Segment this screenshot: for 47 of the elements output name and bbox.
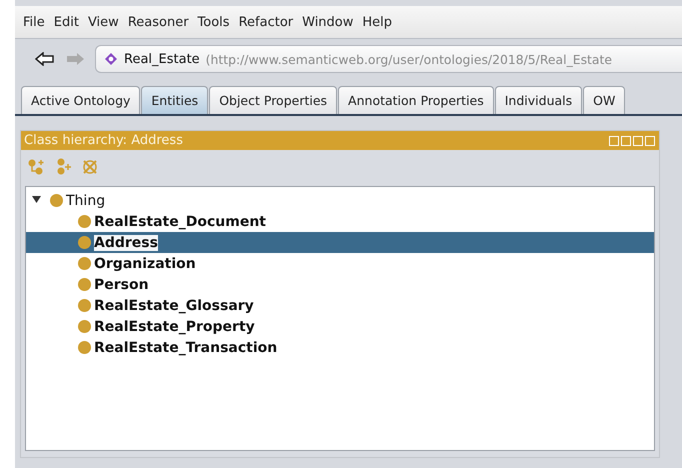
expand-icon[interactable] [32,194,41,204]
class-label: Thing [66,192,106,208]
ontology-address-field[interactable]: Real_Estate (http://www.semanticweb.org/user/ontologies/2018/5/Real_Estate [95,45,682,73]
class-label: RealEstate_Transaction [94,340,278,356]
class-icon [78,299,91,312]
menu-item[interactable]: Edit [54,14,79,30]
forward-arrow-icon[interactable] [65,52,85,66]
class-icon [78,215,91,228]
tab[interactable]: Annotation Properties [338,86,494,114]
delete-class-icon[interactable] [81,158,99,176]
tree-row[interactable]: Address [26,232,654,253]
class-icon [78,257,91,270]
class-label: RealEstate_Glossary [94,298,254,314]
ontology-icon [104,52,118,66]
class-label: Person [94,276,149,292]
menu-item[interactable]: Reasoner [128,14,189,30]
menu-item[interactable]: View [88,14,119,30]
panel-title: Class hierarchy: Address [24,133,183,148]
class-label: RealEstate_Property [94,318,255,334]
class-icon [50,194,63,207]
menu-item[interactable]: Window [302,14,354,30]
class-icon [78,341,91,354]
tree-row[interactable]: RealEstate_Document [26,211,654,232]
menu-item[interactable]: Help [362,14,392,30]
tree-row[interactable]: Organization [26,253,654,274]
tree-row[interactable]: Thing [26,190,654,211]
class-icon [78,320,91,333]
tab[interactable]: Entities [141,86,208,114]
tab[interactable]: Active Ontology [21,86,140,114]
window-controls-icon[interactable] [609,136,655,146]
tab[interactable]: OW [583,86,626,114]
tree-row[interactable]: RealEstate_Transaction [26,337,654,358]
class-icon [78,236,91,249]
tab[interactable]: Individuals [494,86,582,114]
class-label: RealEstate_Document [94,214,266,230]
back-arrow-icon[interactable] [35,52,55,66]
tree-row[interactable]: RealEstate_Glossary [26,295,654,316]
tab[interactable]: Object Properties [209,86,338,114]
menu-item[interactable]: Tools [198,14,230,30]
menu-item[interactable]: Refactor [238,14,294,30]
class-icon [78,278,91,291]
tree-row[interactable]: Person [26,274,654,295]
class-label: Organization [94,256,196,272]
menu-item[interactable]: File [23,14,45,30]
add-subclass-icon[interactable] [27,158,45,176]
class-label: Address [94,234,158,250]
tree-row[interactable]: RealEstate_Property [26,316,654,337]
